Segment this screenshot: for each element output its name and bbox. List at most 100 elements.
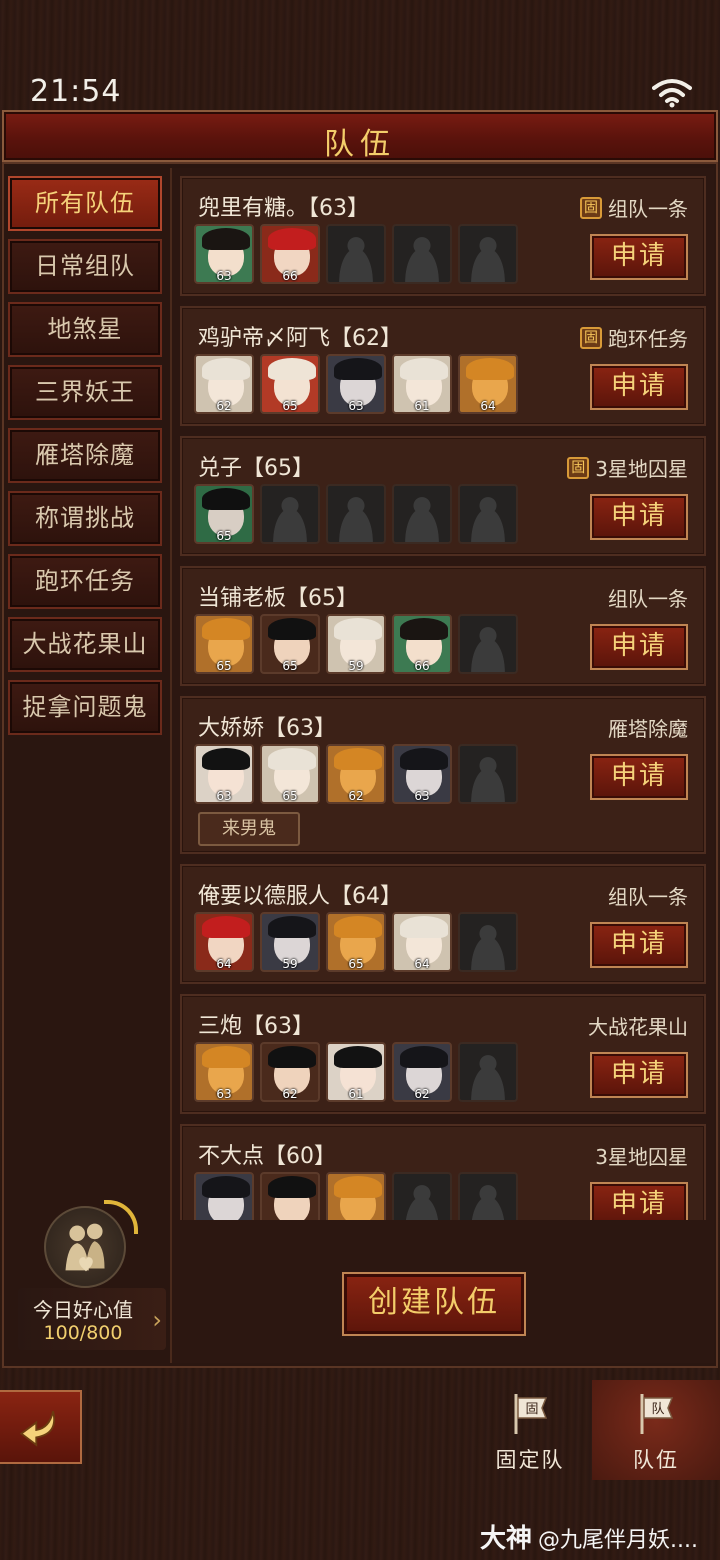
team-card[interactable]: 兑子【65】 固 3星地囚星 65 申请	[180, 436, 706, 556]
team-task: 大战花果山	[588, 1011, 688, 1040]
member-level: 63	[348, 399, 364, 413]
member-avatar[interactable]: 63	[194, 224, 254, 284]
member-avatar[interactable]: 64	[194, 912, 254, 972]
team-list[interactable]: 兜里有糖。【63】固组队一条 63 66 申请 鸡驴帝〆阿飞【62】固跑环任务 62 65 6…	[180, 176, 706, 1220]
apply-button[interactable]: 申请	[590, 1052, 688, 1098]
member-level: 64	[216, 957, 232, 971]
sidebar-tab[interactable]: 大战花果山	[8, 617, 162, 672]
member-avatar[interactable]: 61	[392, 354, 452, 414]
avatar-hair	[268, 1176, 316, 1198]
member-avatar[interactable]: 66	[392, 614, 452, 674]
friendship-widget[interactable]: 今日好心值 100/800 ›	[18, 1200, 166, 1354]
avatar-hair	[202, 618, 250, 640]
member-level: 63	[216, 789, 232, 803]
member-avatar[interactable]: 65	[260, 614, 320, 674]
tab-team-label: 队伍	[633, 1448, 679, 1472]
title-bar: 队伍	[2, 110, 718, 162]
sidebar-tab[interactable]: 日常组队	[8, 239, 162, 294]
member-level: 64	[414, 957, 430, 971]
team-task-label: 大战花果山	[588, 1015, 688, 1039]
team-name: 兜里有糖。【63】	[198, 196, 369, 221]
team-name: 当铺老板【65】	[198, 586, 358, 611]
team-name: 不大点【60】	[198, 1144, 336, 1169]
member-avatar[interactable]: 62	[326, 744, 386, 804]
member-avatar[interactable]: 66	[260, 224, 320, 284]
member-avatar[interactable]: 65	[260, 354, 320, 414]
team-name: 俺要以德服人【64】	[198, 884, 402, 909]
member-avatar[interactable]: 62	[194, 354, 254, 414]
team-card[interactable]: 不大点【60】 3星地囚星 申请	[180, 1124, 706, 1220]
member-level: 63	[216, 269, 232, 283]
wifi-icon	[652, 79, 692, 108]
apply-button[interactable]: 申请	[590, 1182, 688, 1220]
apply-button[interactable]: 申请	[590, 494, 688, 540]
member-avatar[interactable]: 63	[194, 744, 254, 804]
apply-button[interactable]: 申请	[590, 754, 688, 800]
member-avatar[interactable]: 65	[194, 484, 254, 544]
clock: 21:54	[30, 74, 122, 109]
sidebar-tab[interactable]: 所有队伍	[8, 176, 162, 231]
team-card[interactable]: 三炮【63】 大战花果山 63 62 61 62 申请	[180, 994, 706, 1114]
avatar-hair	[202, 358, 250, 380]
sidebar-tab[interactable]: 地煞星	[8, 302, 162, 357]
tab-fixed-team-label: 固定队	[495, 1448, 565, 1472]
team-icon-glyph: 队	[651, 1402, 664, 1417]
team-members: 62 65 63 61 64	[194, 354, 518, 414]
team-card[interactable]: 大娇娇【63】 雁塔除魔 63 65 62 63 申请 来男鬼	[180, 696, 706, 854]
member-avatar[interactable]: 63	[194, 1042, 254, 1102]
sidebar-tab[interactable]: 雁塔除魔	[8, 428, 162, 483]
avatar-hair	[400, 748, 448, 770]
watermark-user: @九尾伴月妖....	[538, 1528, 698, 1553]
avatar-hair	[202, 1046, 250, 1068]
tab-fixed-team[interactable]: 固 固定队	[466, 1380, 594, 1480]
avatar-hair	[202, 228, 250, 250]
sidebar-tab[interactable]: 称谓挑战	[8, 491, 162, 546]
fixed-team-icon: 固	[567, 456, 590, 479]
apply-button[interactable]: 申请	[590, 922, 688, 968]
tab-team[interactable]: 队 队伍	[592, 1380, 720, 1480]
member-level: 65	[282, 789, 298, 803]
empty-slot-icon	[458, 744, 518, 804]
apply-button[interactable]: 申请	[590, 364, 688, 410]
back-button[interactable]	[0, 1390, 82, 1464]
member-avatar[interactable]: 64	[458, 354, 518, 414]
member-avatar[interactable]: 63	[392, 744, 452, 804]
friendship-panel[interactable]: 今日好心值 100/800 ›	[18, 1288, 166, 1350]
avatar-hair	[400, 618, 448, 640]
member-avatar[interactable]	[326, 1172, 386, 1220]
team-members: 63 66	[194, 224, 518, 284]
team-task: 固组队一条	[580, 193, 688, 222]
apply-button[interactable]: 申请	[590, 234, 688, 280]
avatar-hair	[268, 228, 316, 250]
member-avatar[interactable]	[194, 1172, 254, 1220]
member-avatar[interactable]: 61	[326, 1042, 386, 1102]
sidebar-tab[interactable]: 三界妖王	[8, 365, 162, 420]
progress-arc	[104, 1200, 138, 1234]
member-avatar[interactable]	[260, 1172, 320, 1220]
member-avatar[interactable]: 65	[260, 744, 320, 804]
sidebar-tab[interactable]: 跑环任务	[8, 554, 162, 609]
avatar-hair	[268, 618, 316, 640]
empty-slot-icon	[326, 484, 386, 544]
member-avatar[interactable]: 64	[392, 912, 452, 972]
member-avatar[interactable]: 65	[194, 614, 254, 674]
member-avatar[interactable]: 62	[260, 1042, 320, 1102]
avatar-hair	[334, 358, 382, 380]
team-card[interactable]: 鸡驴帝〆阿飞【62】 固跑环任务 62 65 63 61 64 申请	[180, 306, 706, 426]
flag-icon: 队	[636, 1392, 676, 1436]
team-card[interactable]: 俺要以德服人【64】 组队一条 64 59 65 64 申请	[180, 864, 706, 984]
member-avatar[interactable]: 59	[260, 912, 320, 972]
apply-button[interactable]: 申请	[590, 624, 688, 670]
team-card[interactable]: 兜里有糖。【63】 固组队一条 63 66 申请	[180, 176, 706, 296]
fixed-icon-glyph: 固	[525, 1402, 538, 1417]
create-team-button[interactable]: 创建队伍	[342, 1272, 526, 1336]
member-avatar[interactable]: 62	[392, 1042, 452, 1102]
empty-slot-icon	[392, 484, 452, 544]
member-avatar[interactable]: 65	[326, 912, 386, 972]
member-avatar[interactable]: 63	[326, 354, 386, 414]
team-card[interactable]: 当铺老板【65】 组队一条 65 65 59 66 申请	[180, 566, 706, 686]
member-avatar[interactable]: 59	[326, 614, 386, 674]
sidebar-tab[interactable]: 捉拿问题鬼	[8, 680, 162, 735]
member-level: 65	[282, 659, 298, 673]
team-name: 大娇娇【63】	[198, 716, 336, 741]
